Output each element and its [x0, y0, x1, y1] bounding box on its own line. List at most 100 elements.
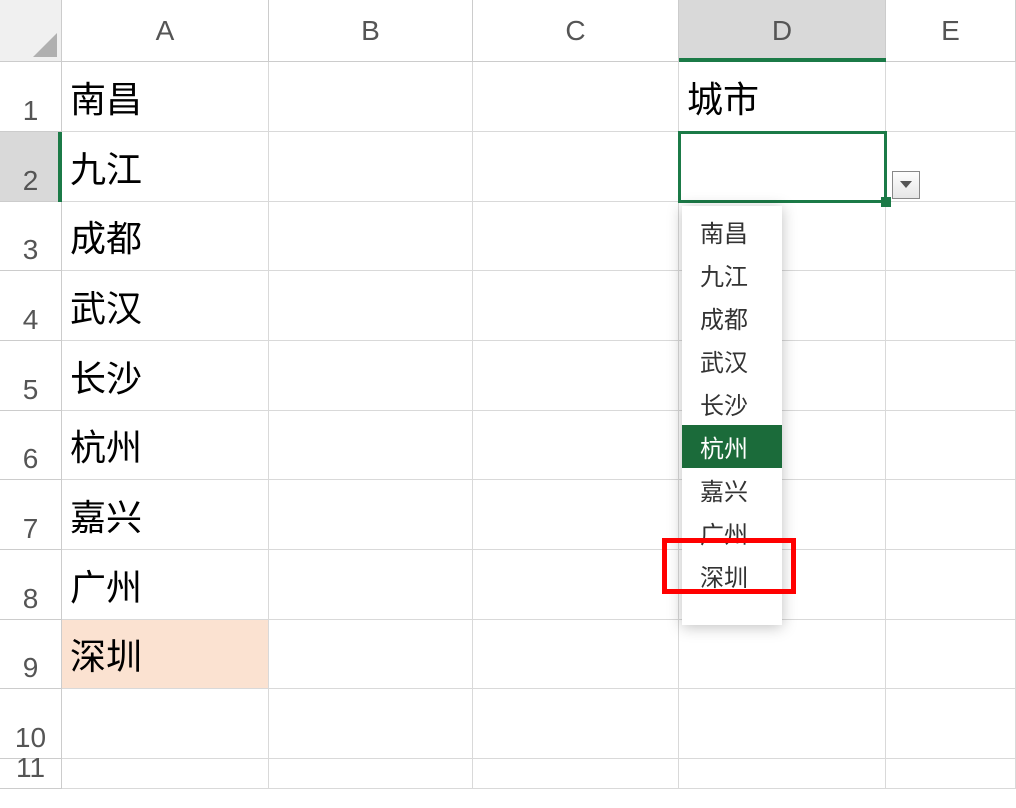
row-header-9[interactable]: 9 [0, 620, 62, 689]
cell-text: 成都 [70, 210, 142, 262]
cell-text: 南昌 [70, 71, 142, 123]
col-header-A[interactable]: A [62, 0, 269, 62]
cell-C7[interactable] [473, 480, 679, 550]
cell-D1[interactable]: 城市 [679, 62, 886, 132]
cell-A7[interactable]: 嘉兴 [62, 480, 269, 550]
dropdown-item[interactable]: 南昌 [682, 210, 782, 253]
row-label: 8 [23, 583, 39, 615]
cell-A2[interactable]: 九江 [62, 132, 269, 202]
cell-C4[interactable] [473, 271, 679, 341]
row-header-3[interactable]: 3 [0, 202, 62, 271]
cell-B10[interactable] [269, 689, 473, 759]
row-label: 10 [15, 722, 46, 754]
row-header-5[interactable]: 5 [0, 341, 62, 411]
cell-B5[interactable] [269, 341, 473, 411]
cell-A3[interactable]: 成都 [62, 202, 269, 271]
cell-E5[interactable] [886, 341, 1016, 411]
cell-D2[interactable] [679, 132, 886, 202]
cell-C8[interactable] [473, 550, 679, 620]
col-header-E[interactable]: E [886, 0, 1016, 62]
dropdown-item[interactable]: 广州 [682, 511, 782, 554]
col-header-D[interactable]: D [679, 0, 886, 62]
dropdown-item[interactable]: 成都 [682, 296, 782, 339]
cell-C2[interactable] [473, 132, 679, 202]
row-headers: 1 2 3 4 5 6 7 8 9 10 11 [0, 62, 62, 789]
cell-D10[interactable] [679, 689, 886, 759]
cell-E7[interactable] [886, 480, 1016, 550]
cell-A6[interactable]: 杭州 [62, 411, 269, 480]
row-label: 11 [16, 752, 45, 784]
cell-C11[interactable] [473, 759, 679, 789]
row-header-1[interactable]: 1 [0, 62, 62, 132]
cell-E3[interactable] [886, 202, 1016, 271]
cell-E10[interactable] [886, 689, 1016, 759]
cell-C6[interactable] [473, 411, 679, 480]
dropdown-item-label: 杭州 [700, 436, 748, 463]
cell-A4[interactable]: 武汉 [62, 271, 269, 341]
dropdown-item-label: 武汉 [700, 350, 748, 377]
row-header-6[interactable]: 6 [0, 411, 62, 480]
cell-B1[interactable] [269, 62, 473, 132]
cell-text: 广州 [70, 559, 142, 611]
cell-C9[interactable] [473, 620, 679, 689]
select-all-corner[interactable] [0, 0, 62, 62]
dropdown-item[interactable]: 九江 [682, 253, 782, 296]
col-label: E [941, 15, 960, 47]
dropdown-item[interactable]: 武汉 [682, 339, 782, 382]
cell-A11[interactable] [62, 759, 269, 789]
dropdown-item[interactable]: 嘉兴 [682, 468, 782, 511]
cell-E1[interactable] [886, 62, 1016, 132]
cell-C3[interactable] [473, 202, 679, 271]
dropdown-item-label: 嘉兴 [700, 479, 748, 506]
col-header-B[interactable]: B [269, 0, 473, 62]
cell-D9[interactable] [679, 620, 886, 689]
row-header-4[interactable]: 4 [0, 271, 62, 341]
dropdown-item-label: 南昌 [700, 221, 748, 248]
dropdown-item[interactable]: 长沙 [682, 382, 782, 425]
cell-text: 武汉 [70, 280, 142, 332]
cell-B7[interactable] [269, 480, 473, 550]
cell-E9[interactable] [886, 620, 1016, 689]
row-label: 3 [23, 234, 39, 266]
row-header-2[interactable]: 2 [0, 132, 62, 202]
cell-A10[interactable] [62, 689, 269, 759]
row-header-8[interactable]: 8 [0, 550, 62, 620]
col-header-C[interactable]: C [473, 0, 679, 62]
cell-A8[interactable]: 广州 [62, 550, 269, 620]
cell-B6[interactable] [269, 411, 473, 480]
col-label: B [361, 15, 380, 47]
cell-B2[interactable] [269, 132, 473, 202]
cell-D11[interactable] [679, 759, 886, 789]
dropdown-item[interactable]: 深圳 [682, 554, 782, 597]
cell-E8[interactable] [886, 550, 1016, 620]
cell-text: 杭州 [70, 419, 142, 471]
fill-handle[interactable] [881, 197, 891, 207]
data-validation-dropdown-button[interactable] [892, 171, 920, 199]
cell-text: 嘉兴 [70, 489, 142, 541]
dropdown-item[interactable]: 杭州 [682, 425, 782, 468]
cell-A5[interactable]: 长沙 [62, 341, 269, 411]
cell-B11[interactable] [269, 759, 473, 789]
row-header-10[interactable]: 10 [0, 689, 62, 759]
data-validation-dropdown-list[interactable]: 南昌 九江 成都 武汉 长沙 杭州 嘉兴 广州 深圳 [682, 206, 782, 625]
dropdown-item-label: 九江 [700, 264, 748, 291]
cell-E6[interactable] [886, 411, 1016, 480]
row-header-7[interactable]: 7 [0, 480, 62, 550]
cell-B8[interactable] [269, 550, 473, 620]
dropdown-item-empty[interactable] [682, 597, 782, 625]
cell-A9[interactable]: 深圳 [62, 620, 269, 689]
cell-B3[interactable] [269, 202, 473, 271]
cell-E11[interactable] [886, 759, 1016, 789]
row-header-11[interactable]: 11 [0, 759, 62, 789]
cell-B4[interactable] [269, 271, 473, 341]
cell-C10[interactable] [473, 689, 679, 759]
cell-E4[interactable] [886, 271, 1016, 341]
cell-text: 深圳 [70, 628, 142, 680]
cell-C5[interactable] [473, 341, 679, 411]
row-label: 4 [23, 304, 39, 336]
cell-C1[interactable] [473, 62, 679, 132]
cell-B9[interactable] [269, 620, 473, 689]
cell-A1[interactable]: 南昌 [62, 62, 269, 132]
col-label: A [156, 15, 175, 47]
row-label: 5 [23, 374, 39, 406]
